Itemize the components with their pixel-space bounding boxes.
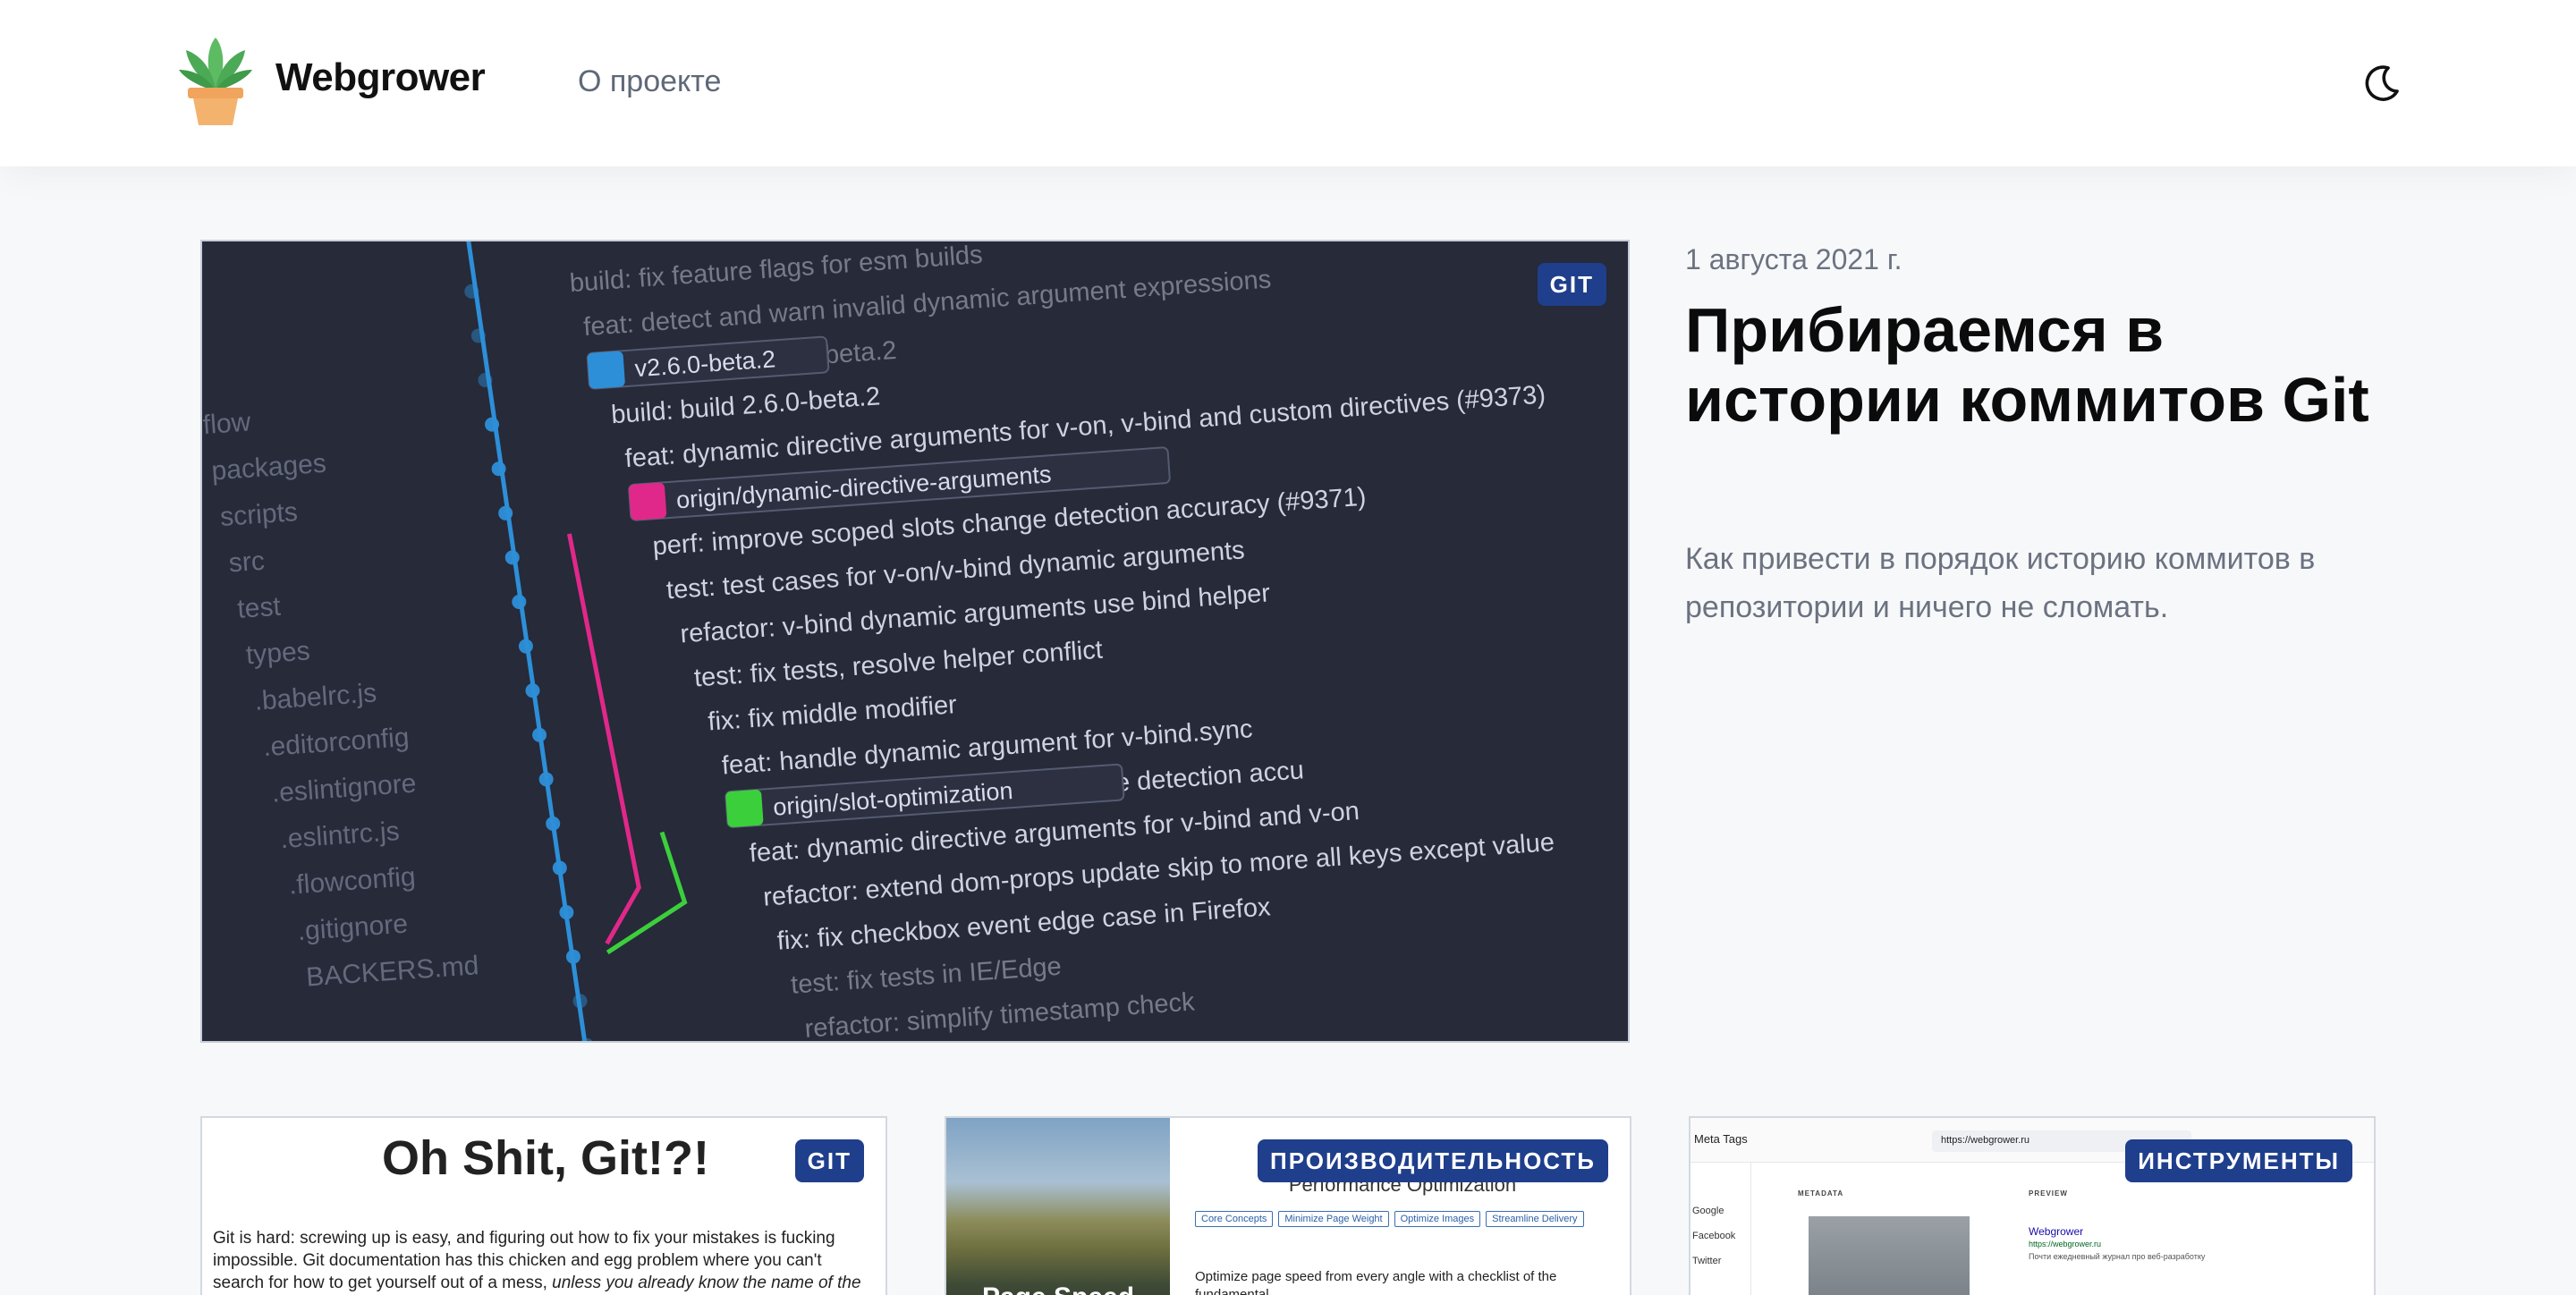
brand-name[interactable]: Webgrower: [275, 55, 486, 100]
file-tree-item: packages: [210, 449, 326, 487]
file-tree-item: types: [245, 636, 311, 670]
sidebar-item: Twitter: [1692, 1256, 1722, 1266]
file-tree-item: .editorconfig: [262, 723, 410, 762]
git-log-group: flow packages scripts src test types .babelrc.…: [202, 241, 1555, 1043]
sidebar-item: Google: [1692, 1206, 1724, 1216]
hero-date: 1 августа 2021 г.: [1685, 243, 1902, 275]
file-tree-item: .babelrc.js: [254, 678, 378, 715]
column-label: PREVIEW: [2029, 1189, 2068, 1198]
commit-message: fix: fix middle modifier: [707, 690, 958, 736]
article-card-page-speed[interactable]: Page Speed Performance Optimization Core…: [945, 1116, 1631, 1295]
pill-row: Core Concepts Minimize Page Weight Optim…: [1195, 1211, 1584, 1227]
file-tree-item: scripts: [219, 497, 299, 532]
commit-message: test: fix tests in IE/Edge: [790, 952, 1063, 1000]
hero-title[interactable]: Прибираемся в истории коммитов Git: [1685, 295, 2401, 435]
file-tree-item: .gitignore: [297, 910, 409, 947]
commit-dot: [552, 860, 567, 876]
commit-dot: [565, 949, 580, 964]
file-tree-item: flow: [202, 407, 252, 440]
article-card-oh-shit-git[interactable]: Oh Shit, Git!?! Git is hard: screwing up…: [200, 1116, 887, 1295]
hero-description: Как привести в порядок историю коммитов …: [1685, 542, 2316, 624]
card-tag[interactable]: ИНСТРУМЕНТЫ: [2125, 1139, 2352, 1182]
article-card-meta-tags[interactable]: Meta Tags https://webgrower.ru Google Fa…: [1689, 1116, 2376, 1295]
photo-label: Page Speed: [946, 1282, 1170, 1295]
pill: Optimize Images: [1394, 1211, 1481, 1227]
file-tree-item: .eslintrc.js: [279, 817, 400, 854]
nav-link-about[interactable]: О проекте: [578, 64, 721, 99]
file-tree-item: BACKERS.md: [305, 951, 479, 992]
preview-title: Webgrower: [2029, 1225, 2084, 1238]
card-image-text: Git is hard: screwing up is easy, and fi…: [213, 1229, 861, 1292]
branch-icon: [587, 351, 625, 389]
preview-screenshot: [1809, 1216, 1970, 1295]
preview-url: https://webgrower.ru: [2029, 1240, 2102, 1248]
commit-message: refactor: simplify timestamp check: [804, 987, 1196, 1043]
commit-dot: [580, 1037, 595, 1041]
commit-dot: [512, 594, 527, 609]
branch-line-pink: [567, 533, 641, 945]
card-tag[interactable]: GIT: [794, 1139, 864, 1182]
logo-plant-icon[interactable]: [177, 34, 254, 127]
commit-dot: [525, 683, 540, 698]
file-tree-item: test: [236, 592, 282, 624]
site-header: Webgrower О проекте: [0, 0, 2576, 166]
card-image-title: Oh Shit, Git!?!: [382, 1131, 709, 1185]
landscape-photo: Page Speed: [946, 1118, 1170, 1295]
commit-message: test: fix tests, resolve helper conflict: [693, 636, 1104, 693]
card-tag[interactable]: ПРОИЗВОДИТЕЛЬНОСТЬ: [1258, 1139, 1608, 1182]
hero-tag[interactable]: GIT: [1537, 263, 1606, 306]
commit-dot: [532, 727, 547, 742]
file-tree-item: src: [228, 546, 266, 579]
preview-description: Почти ежедневный журнал про веб-разработ…: [2029, 1252, 2206, 1261]
sidebar-item: Facebook: [1692, 1231, 1736, 1241]
commit-dot: [518, 639, 533, 654]
file-tree-item: .flowconfig: [288, 862, 417, 901]
branch-icon: [629, 482, 667, 521]
commit-dot: [504, 550, 520, 565]
branch-icon: [725, 790, 764, 827]
pill: Streamline Delivery: [1486, 1211, 1584, 1227]
git-log-illustration: flow packages scripts src test types .babelrc.…: [202, 241, 1555, 1043]
meta-tags-sidebar: Google Facebook Twitter: [1690, 1163, 1751, 1295]
pill: Core Concepts: [1195, 1211, 1274, 1227]
commit-dot: [538, 772, 554, 787]
commit-dot: [559, 905, 574, 920]
card-image-text: Optimize page speed from every angle wit…: [1195, 1269, 1557, 1295]
commit-dot: [546, 816, 561, 831]
meta-tags-label: Meta Tags: [1694, 1132, 1748, 1146]
column-label: METADATA: [1798, 1189, 1844, 1198]
hero-image[interactable]: flow packages scripts src test types .babelrc.…: [200, 240, 1630, 1043]
moon-icon[interactable]: [2361, 63, 2402, 104]
file-tree-item: .eslintignore: [271, 769, 418, 808]
pill: Minimize Page Weight: [1278, 1211, 1389, 1227]
commit-message: build: build 2.6.0-beta.2: [610, 382, 881, 429]
commit-dot: [572, 994, 588, 1009]
